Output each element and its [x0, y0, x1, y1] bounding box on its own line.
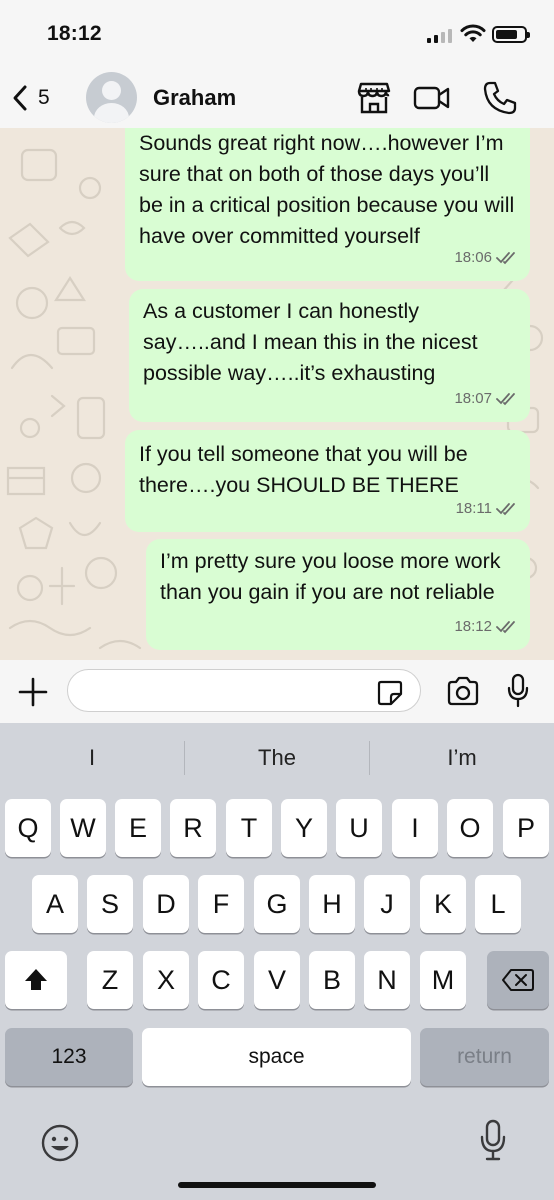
- wifi-icon: [460, 24, 486, 42]
- storefront-icon[interactable]: [356, 80, 392, 116]
- back-button[interactable]: 5: [12, 84, 50, 112]
- key-c[interactable]: C: [198, 951, 244, 1009]
- key-q[interactable]: Q: [5, 799, 51, 857]
- key-b[interactable]: B: [309, 951, 355, 1009]
- video-call-icon[interactable]: [413, 80, 451, 116]
- key-f[interactable]: F: [198, 875, 244, 933]
- phone-call-icon[interactable]: [482, 80, 518, 116]
- message-meta: 18:12: [454, 611, 518, 642]
- status-time: 18:12: [47, 22, 102, 45]
- chevron-left-icon: [13, 85, 27, 111]
- key-a[interactable]: A: [32, 875, 78, 933]
- key-g[interactable]: G: [254, 875, 300, 933]
- key-h[interactable]: H: [309, 875, 355, 933]
- avatar[interactable]: [86, 72, 137, 123]
- message-time: 18:07: [454, 390, 492, 407]
- composer-bar: [0, 660, 554, 723]
- key-k[interactable]: K: [420, 875, 466, 933]
- backspace-icon: [502, 969, 534, 991]
- key-m[interactable]: M: [420, 951, 466, 1009]
- shift-key[interactable]: [5, 951, 67, 1009]
- key-n[interactable]: N: [364, 951, 410, 1009]
- dictation-microphone-icon[interactable]: [479, 1119, 507, 1163]
- delete-key[interactable]: [487, 951, 549, 1009]
- battery-icon: [492, 26, 530, 43]
- message-time: 18:06: [454, 249, 492, 266]
- suggestion-2[interactable]: The: [185, 745, 369, 771]
- message-text: If you tell someone that you will be the…: [139, 442, 468, 497]
- numbers-key[interactable]: 123: [5, 1028, 133, 1086]
- chat-area[interactable]: Sounds great right now….however I’m sure…: [0, 128, 554, 660]
- home-indicator: [178, 1182, 376, 1188]
- shift-arrow-icon: [25, 969, 47, 990]
- key-x[interactable]: X: [143, 951, 189, 1009]
- message-meta: 18:11: [456, 493, 518, 524]
- key-z[interactable]: Z: [87, 951, 133, 1009]
- message-time: 18:11: [455, 500, 492, 517]
- emoji-icon[interactable]: [40, 1123, 80, 1163]
- message-bubble[interactable]: I’m pretty sure you loose more work than…: [146, 539, 530, 650]
- key-v[interactable]: V: [254, 951, 300, 1009]
- sticker-icon[interactable]: [377, 680, 403, 706]
- camera-icon[interactable]: [446, 676, 480, 706]
- cellular-signal-icon: [427, 29, 452, 43]
- key-r[interactable]: R: [170, 799, 216, 857]
- message-text: I’m pretty sure you loose more work than…: [160, 549, 501, 604]
- key-e[interactable]: E: [115, 799, 161, 857]
- read-receipt-icon: [496, 251, 515, 264]
- message-bubble[interactable]: If you tell someone that you will be the…: [125, 430, 530, 532]
- unread-count: 5: [38, 86, 50, 109]
- key-o[interactable]: O: [447, 799, 493, 857]
- message-meta: 18:07: [454, 383, 518, 414]
- suggestion-1[interactable]: I: [0, 745, 184, 771]
- key-p[interactable]: P: [503, 799, 549, 857]
- message-bubble[interactable]: As a customer I can honestly say…..and I…: [129, 289, 530, 422]
- space-key[interactable]: space: [142, 1028, 411, 1086]
- key-d[interactable]: D: [143, 875, 189, 933]
- chat-header: 5 Graham: [0, 70, 554, 128]
- read-receipt-icon: [496, 620, 515, 633]
- key-l[interactable]: L: [475, 875, 521, 933]
- message-text: As a customer I can honestly say…..and I…: [143, 299, 478, 385]
- message-time: 18:12: [454, 618, 492, 635]
- plus-icon[interactable]: [18, 677, 48, 707]
- message-meta: 18:06: [454, 242, 518, 273]
- key-s[interactable]: S: [87, 875, 133, 933]
- microphone-icon[interactable]: [506, 673, 530, 709]
- message-input[interactable]: [67, 669, 421, 712]
- keyboard: I The I’m Q W E R T Y U I O P A S D F G …: [0, 723, 554, 1200]
- contact-name[interactable]: Graham: [153, 85, 236, 111]
- key-u[interactable]: U: [336, 799, 382, 857]
- key-t[interactable]: T: [226, 799, 272, 857]
- predictive-text-bar: I The I’m: [0, 723, 554, 793]
- return-key[interactable]: return: [420, 1028, 549, 1086]
- suggestion-3[interactable]: I’m: [370, 745, 554, 771]
- message-text: Sounds great right now….however I’m sure…: [139, 131, 515, 248]
- key-y[interactable]: Y: [281, 799, 327, 857]
- status-bar: 18:12: [0, 0, 554, 70]
- key-i[interactable]: I: [392, 799, 438, 857]
- read-receipt-icon: [496, 392, 515, 405]
- key-j[interactable]: J: [364, 875, 410, 933]
- key-w[interactable]: W: [60, 799, 106, 857]
- read-receipt-icon: [496, 502, 515, 515]
- message-bubble[interactable]: Sounds great right now….however I’m sure…: [125, 128, 530, 281]
